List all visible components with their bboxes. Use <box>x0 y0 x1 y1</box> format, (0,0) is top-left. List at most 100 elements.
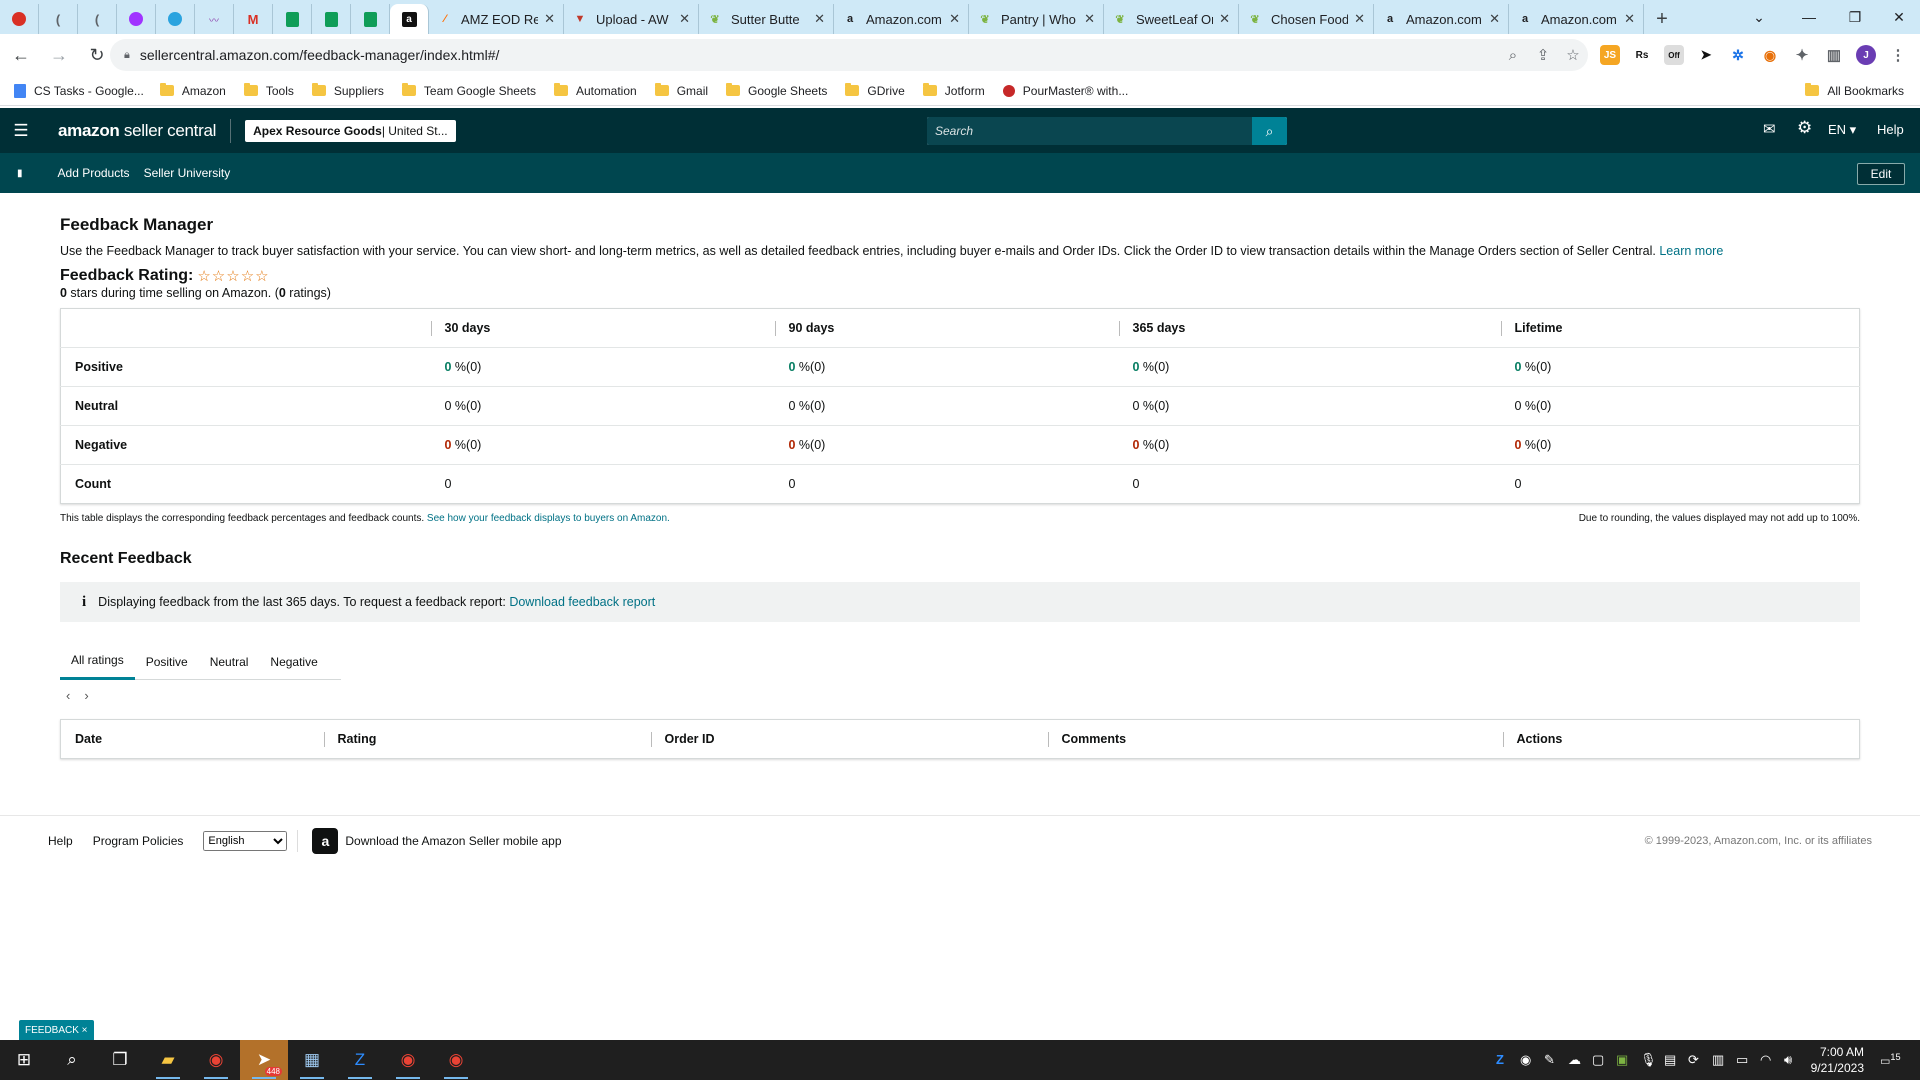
bookmark-item[interactable]: Tools <box>243 83 294 98</box>
column-actions[interactable]: Actions <box>1502 720 1860 759</box>
bookmark-star-icon[interactable]: ☆ <box>1558 46 1588 64</box>
tab-neutral[interactable]: Neutral <box>199 644 260 680</box>
tab-close-icon[interactable]: ✕ <box>1219 11 1230 27</box>
learn-more-link[interactable]: Learn more <box>1659 244 1723 258</box>
column-rating[interactable]: Rating <box>323 720 651 759</box>
tab-close-icon[interactable]: ✕ <box>949 11 960 27</box>
calculator-icon[interactable]: ▦ <box>288 1040 336 1080</box>
pinned-tab[interactable] <box>351 4 390 34</box>
chrome-profile-icon[interactable]: ◉ <box>384 1040 432 1080</box>
extension-orange-icon[interactable]: ◉ <box>1760 45 1780 65</box>
side-panel-icon[interactable]: ▥ <box>1824 45 1844 65</box>
zoom-app-icon[interactable]: Z <box>336 1040 384 1080</box>
tray-icon[interactable]: ✎ <box>1544 1052 1555 1068</box>
mobile-app-link[interactable]: Download the Amazon Seller mobile app <box>345 834 561 848</box>
close-window-icon[interactable]: ✕ <box>1876 0 1920 34</box>
bookmark-item[interactable]: PourMaster® with... <box>1002 84 1128 98</box>
bookmark-item[interactable]: GDrive <box>845 83 905 98</box>
column-comments[interactable]: Comments <box>1047 720 1503 759</box>
address-bar[interactable]: 🔒︎ sellercentral.amazon.com/feedback-man… <box>110 39 1588 71</box>
pinned-tab[interactable]: 〰 <box>195 4 234 34</box>
nav-seller-university[interactable]: Seller University <box>144 166 231 180</box>
bookmark-item[interactable]: Amazon <box>159 83 226 98</box>
nvidia-icon[interactable]: ▣ <box>1616 1052 1628 1068</box>
task-view-icon[interactable]: ❐ <box>96 1040 144 1080</box>
url-text[interactable]: sellercentral.amazon.com/feedback-manage… <box>140 47 1498 63</box>
help-link[interactable]: Help <box>1877 122 1904 137</box>
chrome-icon[interactable]: ◉ <box>192 1040 240 1080</box>
language-select[interactable]: English <box>203 830 288 851</box>
pinned-tab[interactable]: ( <box>78 4 117 34</box>
nav-add-products[interactable]: Add Products <box>58 166 130 180</box>
tab-all-ratings[interactable]: All ratings <box>60 644 135 680</box>
pinned-tab[interactable]: M <box>234 4 273 34</box>
share-icon[interactable]: ⇪ <box>1528 46 1558 64</box>
reload-icon[interactable]: ↻ <box>80 38 114 72</box>
onedrive-icon[interactable]: ☁ <box>1568 1052 1581 1068</box>
extension-cursor-icon[interactable]: ➤ <box>1696 45 1716 65</box>
chevron-right-icon[interactable]: › <box>84 688 88 703</box>
mail-icon[interactable]: ✉ <box>1763 120 1776 138</box>
all-bookmarks[interactable]: All Bookmarks <box>1805 83 1904 98</box>
tab-close-icon[interactable]: ✕ <box>1624 11 1635 27</box>
wifi-icon[interactable]: ◠ <box>1760 1052 1771 1068</box>
volume-icon[interactable]: 🔊︎ <box>1784 1052 1792 1068</box>
profile-avatar[interactable]: J <box>1856 45 1876 65</box>
bookmark-item[interactable]: Google Sheets <box>726 83 827 98</box>
extension-js-icon[interactable]: JS <box>1600 45 1620 65</box>
pinned-tab-active[interactable]: a <box>390 4 429 34</box>
download-feedback-report-link[interactable]: Download feedback report <box>509 595 655 609</box>
browser-tab[interactable]: a Amazon.com ✕ <box>1509 4 1644 34</box>
zoom-icon[interactable]: ⌕ <box>1498 47 1528 64</box>
zoom-tray-icon[interactable]: Z <box>1496 1052 1504 1067</box>
site-info-icon[interactable]: 🔒︎ <box>124 49 130 62</box>
tab-close-icon[interactable]: ✕ <box>544 11 555 27</box>
extension-rs-icon[interactable]: Rs <box>1632 45 1652 65</box>
chevron-left-icon[interactable]: ‹ <box>66 688 70 703</box>
browser-menu-icon[interactable]: ⋮ <box>1888 45 1908 65</box>
bookmark-icon[interactable]: ▮ <box>17 168 23 179</box>
pinned-tab[interactable]: ( <box>39 4 78 34</box>
tray-icon[interactable]: ▥ <box>1712 1052 1724 1068</box>
restore-icon[interactable]: ❐ <box>1832 0 1878 34</box>
footer-help-link[interactable]: Help <box>48 834 73 848</box>
bookmark-item[interactable]: Team Google Sheets <box>401 83 536 98</box>
column-date[interactable]: Date <box>61 720 324 759</box>
bookmark-item[interactable]: Automation <box>553 83 637 98</box>
tab-positive[interactable]: Positive <box>135 644 199 680</box>
extension-off-icon[interactable]: Off <box>1664 45 1684 65</box>
search-input[interactable] <box>927 117 1252 145</box>
seller-central-logo[interactable]: amazon seller central <box>58 121 216 141</box>
pinned-tab[interactable] <box>156 4 195 34</box>
tray-icon[interactable]: ⟳ <box>1688 1052 1699 1068</box>
hamburger-menu-icon[interactable]: ☰ <box>0 121 42 141</box>
back-icon[interactable]: ← <box>4 38 38 72</box>
search-icon[interactable]: ⌕ <box>48 1040 96 1080</box>
tray-icon[interactable]: ▭ <box>1736 1052 1748 1068</box>
forward-icon[interactable]: → <box>42 38 76 72</box>
new-tab-button[interactable]: + <box>1644 4 1680 34</box>
browser-tab[interactable]: ❦ Chosen Food ✕ <box>1239 4 1374 34</box>
browser-tab[interactable]: a Amazon.com ✕ <box>834 4 969 34</box>
tray-icon[interactable]: ▢ <box>1592 1052 1604 1068</box>
column-order-id[interactable]: Order ID <box>650 720 1048 759</box>
tab-close-icon[interactable]: ✕ <box>814 11 825 27</box>
store-selector[interactable]: Apex Resource Goods | United St... <box>245 119 456 142</box>
program-policies-link[interactable]: Program Policies <box>93 834 184 848</box>
pinned-tab[interactable] <box>117 4 156 34</box>
tab-close-icon[interactable]: ✕ <box>1084 11 1095 27</box>
minimize-icon[interactable]: — <box>1786 0 1832 34</box>
bookmark-item[interactable]: Gmail <box>654 83 708 98</box>
browser-tab[interactable]: ▼ Upload - AW ✕ <box>564 4 699 34</box>
telegram-taskbar-icon[interactable]: ➤ 448 <box>240 1040 288 1080</box>
browser-tab[interactable]: ❦ SweetLeaf Or ✕ <box>1104 4 1239 34</box>
amazon-app-icon[interactable]: a <box>312 827 339 854</box>
microphone-icon[interactable]: 🎙︎ <box>1640 1052 1657 1068</box>
file-explorer-icon[interactable]: ▰ <box>144 1040 192 1080</box>
feedback-button[interactable]: FEEDBACK × <box>19 1020 94 1040</box>
tab-close-icon[interactable]: ✕ <box>1354 11 1365 27</box>
gear-icon[interactable]: ⚙ <box>1797 118 1812 138</box>
extensions-puzzle-icon[interactable]: ✦ <box>1792 45 1812 65</box>
edit-button[interactable]: Edit <box>1857 163 1905 185</box>
tray-icon[interactable]: ▤ <box>1664 1052 1676 1068</box>
